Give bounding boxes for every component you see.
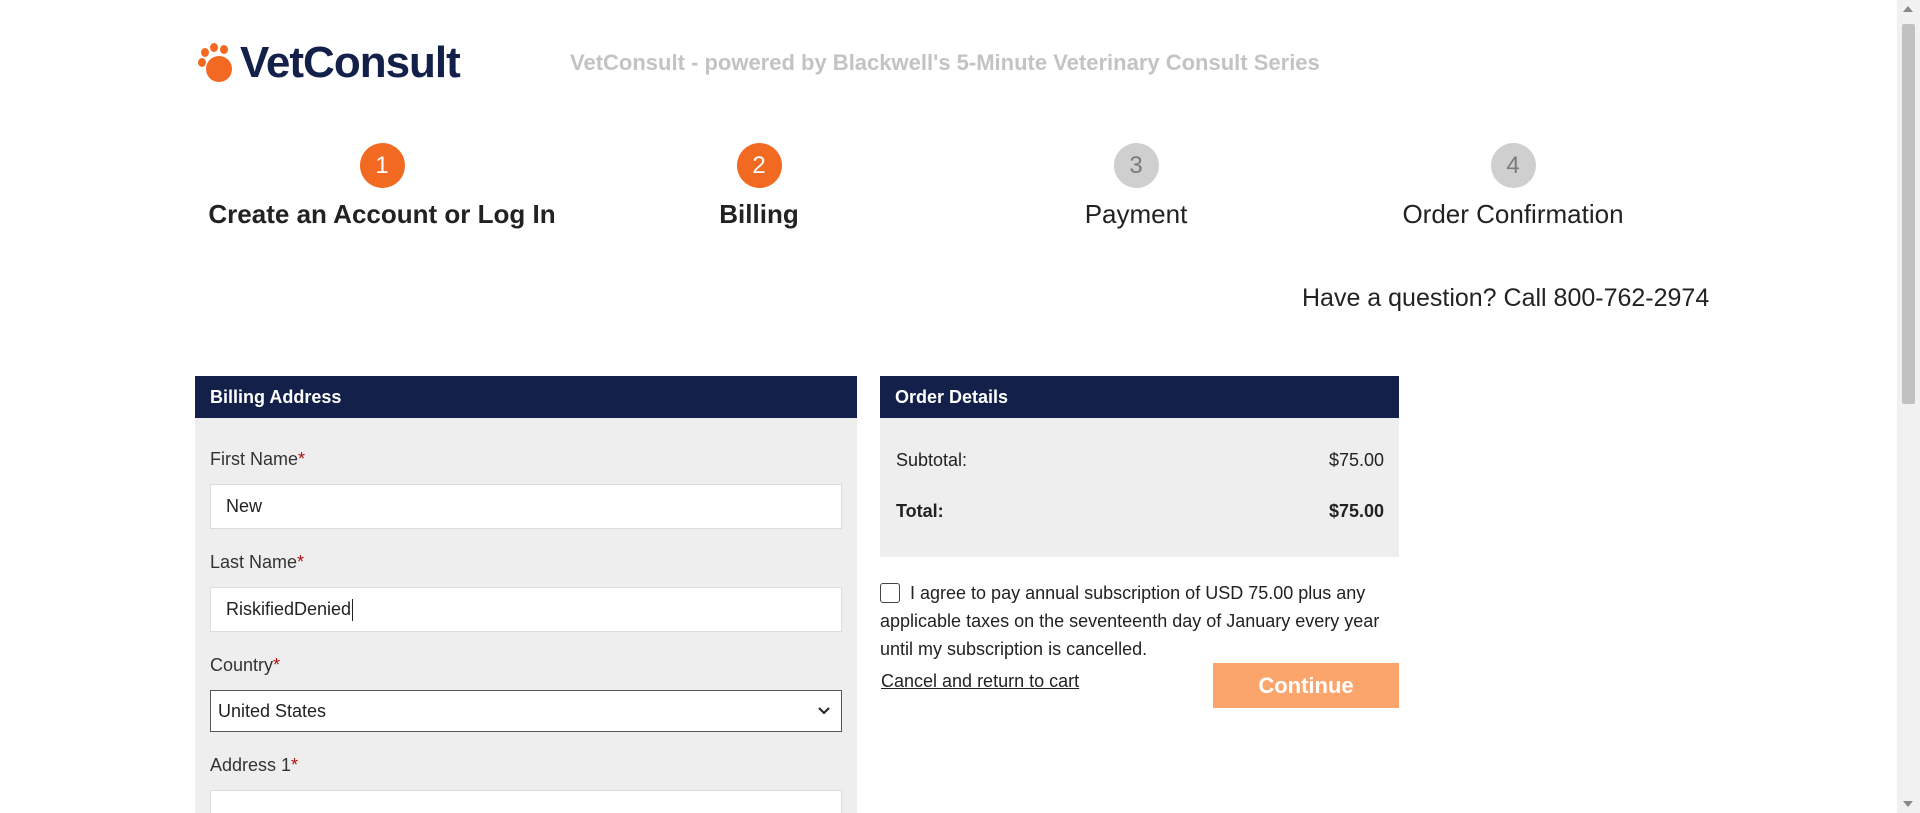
step-number-badge: 2 [736,143,782,188]
first-name-input[interactable]: New [210,484,842,529]
country-label: Country* [210,655,281,675]
site-tagline: VetConsult - powered by Blackwell's 5-Mi… [570,50,1320,75]
order-panel-title: Order Details [880,376,1399,418]
subtotal-label: Subtotal: [896,450,968,470]
vertical-scrollbar[interactable] [1897,0,1920,813]
step-payment: 3 Payment [956,143,1316,230]
step-number-badge: 4 [1490,143,1536,188]
step-label: Payment [1084,199,1188,229]
step-label: Create an Account or Log In [208,199,556,229]
first-name-label: First Name* [210,449,306,469]
scroll-down-arrow-icon[interactable] [1903,801,1913,807]
logo-text: VetConsult [240,38,461,87]
subtotal-row: Subtotal: $75.00 [896,450,1384,471]
agree-checkbox[interactable] [880,583,900,603]
total-row: Total: $75.00 [896,501,1384,522]
text-cursor [352,599,354,622]
subscription-agreement: I agree to pay annual subscription of US… [880,579,1400,663]
step-order-confirmation: 4 Order Confirmation [1333,143,1693,230]
subtotal-value: $75.00 [1328,450,1384,470]
checkout-progress: 1 Create an Account or Log In 2 Billing … [195,143,1624,233]
billing-address-panel: Billing Address First Name* New Last Nam… [195,376,857,813]
continue-button[interactable]: Continue [1213,663,1399,708]
step-create-account: 1 Create an Account or Log In [202,143,562,230]
address1-input[interactable] [210,790,842,813]
step-number-badge: 1 [359,143,405,188]
last-name-label: Last Name* [210,552,305,572]
billing-panel-title: Billing Address [195,376,857,418]
site-header: VetConsult [198,38,461,88]
cancel-return-to-cart-link[interactable]: Cancel and return to cart [881,671,1079,692]
agreement-text: I agree to pay annual subscription of US… [880,583,1380,659]
paw-icon [198,42,236,84]
address1-label: Address 1* [210,755,299,775]
country-select[interactable]: United States [210,690,842,732]
order-details-panel: Order Details Subtotal: $75.00 Total: $7… [880,376,1399,557]
step-number-badge: 3 [1113,143,1159,188]
step-label: Billing [719,199,799,229]
help-phone-text: Have a question? Call 800-762-2974 [1302,284,1710,312]
scrollbar-thumb[interactable] [1902,24,1915,404]
vetconsult-logo[interactable]: VetConsult [198,38,461,88]
chevron-down-icon [817,691,831,745]
total-label: Total: [896,501,944,521]
last-name-input[interactable]: RiskifiedDenied [210,587,842,632]
step-billing: 2 Billing [579,143,939,230]
total-value: $75.00 [1328,501,1384,521]
scroll-up-arrow-icon[interactable] [1903,6,1913,12]
step-label: Order Confirmation [1402,199,1624,229]
